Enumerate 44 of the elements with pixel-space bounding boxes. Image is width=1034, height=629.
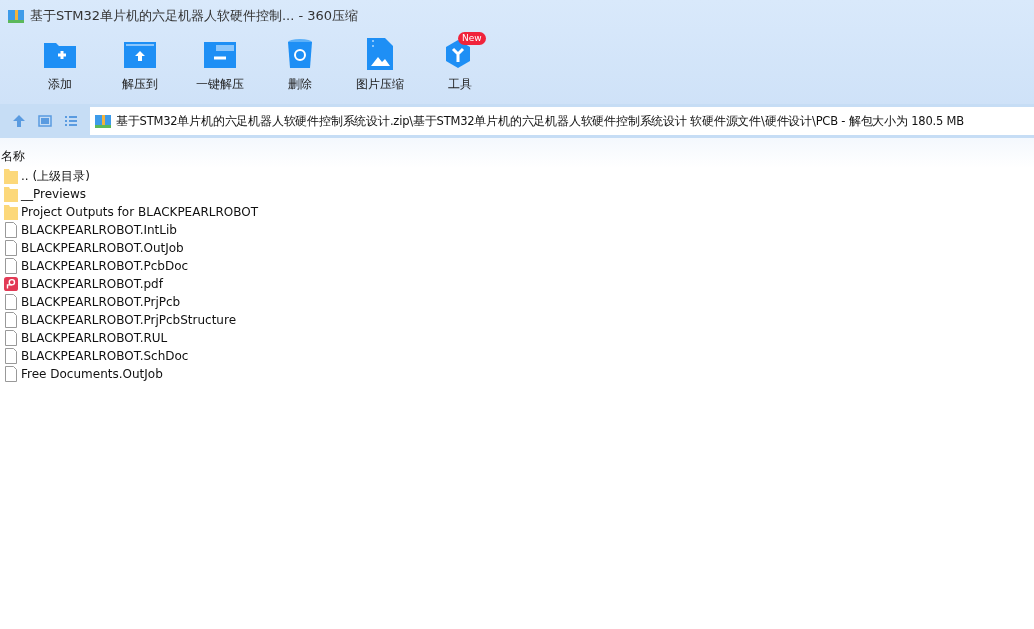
delete-button[interactable]: 删除 xyxy=(260,32,340,93)
file-name[interactable]: BLACKPEARLROBOT.OutJob xyxy=(21,241,184,255)
file-icon xyxy=(4,222,18,238)
extract-to-button[interactable]: 解压到 xyxy=(100,32,180,93)
file-icon xyxy=(4,258,18,274)
column-header[interactable]: 名称 xyxy=(0,138,29,167)
file-name[interactable]: .. (上级目录) xyxy=(21,167,90,185)
tools-button[interactable]: New 工具 xyxy=(420,32,500,93)
file-icon xyxy=(4,294,18,310)
file-name[interactable]: __Previews xyxy=(21,187,86,201)
quick-extract-button[interactable]: 一键解压 xyxy=(180,32,260,93)
file-name[interactable]: BLACKPEARLROBOT.RUL xyxy=(21,331,168,345)
file-name[interactable]: BLACKPEARLROBOT.IntLib xyxy=(21,223,177,237)
image-file-icon xyxy=(367,38,393,70)
folder-plus-icon xyxy=(44,40,76,68)
list-view-icon[interactable] xyxy=(64,114,78,128)
window-title: 基于STM32单片机的六足机器人软硬件控制... - 360压缩 xyxy=(30,7,359,25)
add-button[interactable]: 添加 xyxy=(20,32,100,93)
folder-icon xyxy=(4,204,18,220)
file-name[interactable]: BLACKPEARLROBOT.PrjPcbStructure xyxy=(21,313,237,327)
folder-icon xyxy=(4,186,18,202)
file-icon xyxy=(4,348,18,364)
folder-minus-icon xyxy=(204,40,236,68)
file-name[interactable]: BLACKPEARLROBOT.PcbDoc xyxy=(21,259,189,273)
thumbnail-view-icon[interactable] xyxy=(38,114,52,128)
image-button[interactable]: 图片压缩 xyxy=(340,32,420,93)
folder-upload-icon xyxy=(124,40,156,68)
folder-icon xyxy=(4,168,18,184)
archive-icon xyxy=(95,113,111,129)
file-icon xyxy=(4,240,18,256)
new-badge: New xyxy=(458,32,486,45)
recycle-bin-icon xyxy=(287,38,313,70)
file-icon xyxy=(4,366,18,382)
archive-icon xyxy=(8,8,24,24)
file-name[interactable]: Project Outputs for BLACKPEARLROBOT xyxy=(21,205,258,219)
file-name[interactable]: BLACKPEARLROBOT.SchDoc xyxy=(21,349,189,363)
address-field[interactable]: 基于STM32单片机的六足机器人软硬件控制系统设计.zip\基于STM32单片机的六足机器人软硬件控制系统设计 软硬件源文件\硬件设计\PCB - 解包大小为 180.5 MB xyxy=(90,107,1034,135)
file-icon xyxy=(4,330,18,346)
pdf-file-icon xyxy=(4,276,18,292)
file-name[interactable]: Free Documents.OutJob xyxy=(21,367,163,381)
file-name[interactable]: BLACKPEARLROBOT.pdf xyxy=(21,277,163,291)
file-icon xyxy=(4,312,18,328)
up-arrow-icon[interactable] xyxy=(12,114,26,128)
file-name[interactable]: BLACKPEARLROBOT.PrjPcb xyxy=(21,295,181,309)
